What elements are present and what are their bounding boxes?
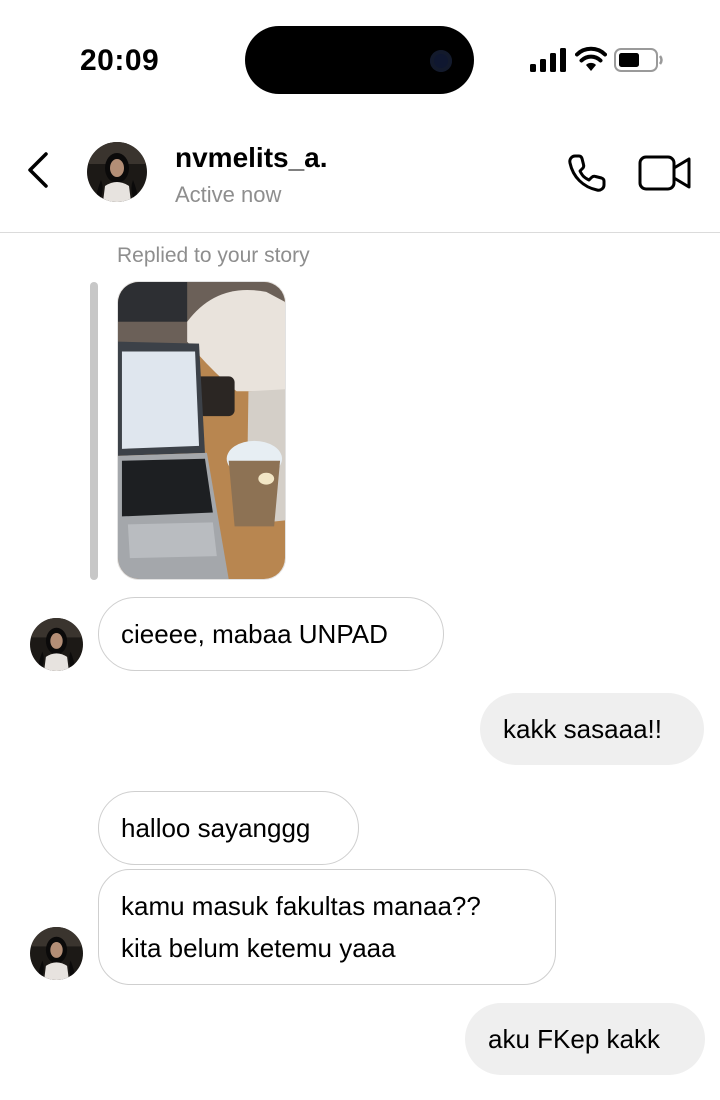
message-bubble-incoming[interactable]: cieeee, mabaa UNPAD xyxy=(98,597,444,671)
battery-icon xyxy=(614,48,663,72)
avatar[interactable] xyxy=(30,927,83,980)
active-status: Active now xyxy=(175,182,282,207)
message-bubble-outgoing[interactable]: kakk sasaaa!! xyxy=(480,693,704,765)
story-reply-label: Replied to your story xyxy=(117,244,310,267)
dynamic-island xyxy=(245,26,474,94)
status-bar: 20:09 xyxy=(0,0,720,120)
front-camera-icon xyxy=(430,50,452,72)
avatar[interactable] xyxy=(87,142,147,202)
chat-username[interactable]: nvmelits_a. xyxy=(175,142,328,174)
status-time: 20:09 xyxy=(80,44,160,77)
wifi-icon xyxy=(575,46,607,71)
avatar[interactable] xyxy=(30,618,83,671)
phone-icon[interactable] xyxy=(566,152,608,194)
message-text: aku FKep kakk xyxy=(488,1024,660,1054)
message-text-line: kamu masuk fakultas manaa?? xyxy=(121,891,481,921)
message-text-line: kita belum ketemu yaaa xyxy=(121,933,396,963)
back-chevron-icon[interactable] xyxy=(22,150,58,190)
reply-quote-bar xyxy=(90,282,98,580)
chat-header: nvmelits_a. Active now xyxy=(0,120,720,233)
message-bubble-outgoing[interactable]: aku FKep kakk xyxy=(465,1003,705,1075)
message-text: cieeee, mabaa UNPAD xyxy=(121,619,388,649)
message-text: kakk sasaaa!! xyxy=(503,714,662,744)
message-bubble-incoming[interactable]: halloo sayanggg xyxy=(98,791,359,865)
signal-icon xyxy=(530,48,566,72)
story-thumbnail[interactable] xyxy=(117,281,286,580)
video-camera-icon[interactable] xyxy=(638,154,692,192)
message-text: halloo sayanggg xyxy=(121,813,311,843)
message-bubble-incoming[interactable]: kamu masuk fakultas manaa?? kita belum k… xyxy=(98,869,556,985)
